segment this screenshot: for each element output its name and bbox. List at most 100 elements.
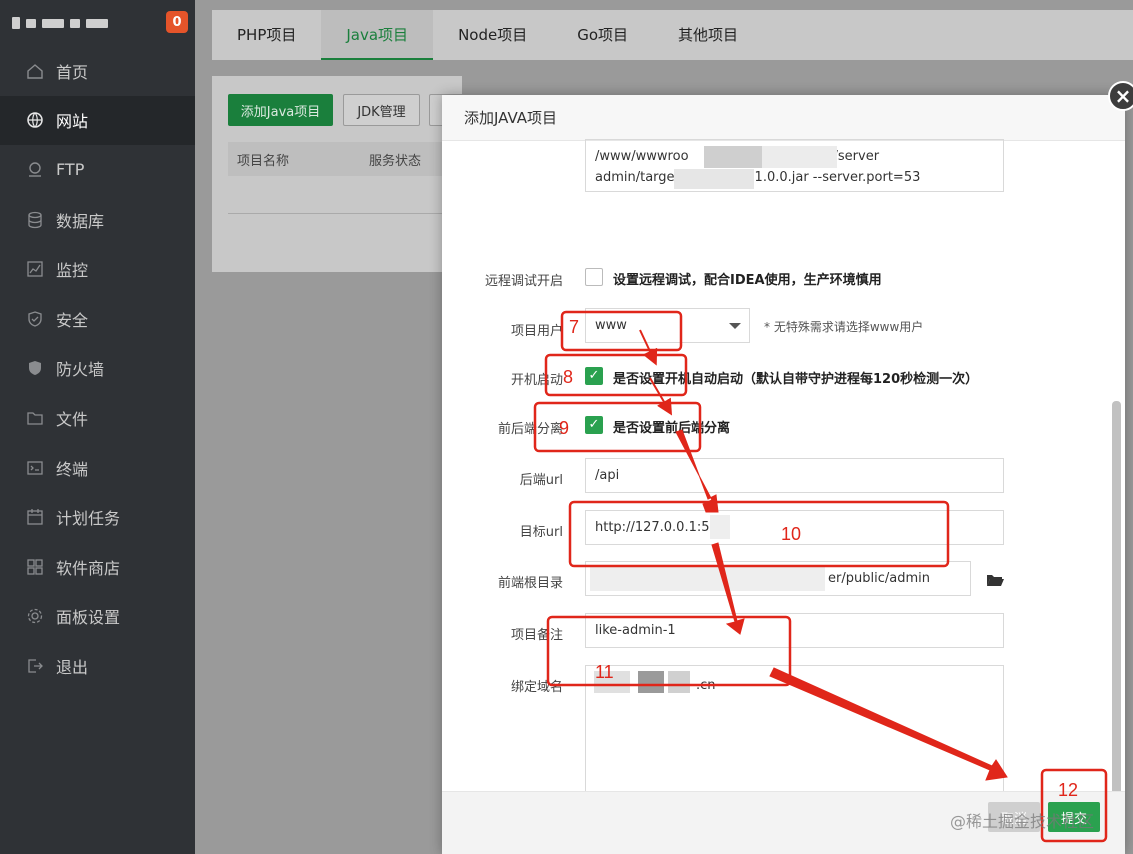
project-user-hint: * 无特殊需求请选择www用户	[764, 320, 924, 334]
tab-3[interactable]: Go项目	[552, 10, 653, 60]
sidebar-item-0[interactable]: 首页	[0, 46, 195, 96]
redacted-block	[762, 146, 837, 168]
database-icon	[26, 211, 44, 229]
add-java-project-button[interactable]: 添加Java项目	[228, 94, 333, 126]
redacted-block	[668, 671, 690, 693]
sidebar-item-4[interactable]: 监控	[0, 244, 195, 294]
chevron-down-icon	[729, 323, 741, 329]
frontend-root-value: er/public/admin	[828, 571, 930, 586]
terminal-icon	[26, 459, 44, 477]
frontend-root-label: 前端根目录	[497, 576, 563, 591]
backend-url-label: 后端url	[519, 473, 563, 488]
sidebar-nav: 首页网站 FTP 数据库监控安全防火墙文件终端计划任务 软件商店 面板设置退出	[0, 46, 195, 691]
redacted-block	[638, 671, 664, 693]
sidebar-item-9[interactable]: 计划任务	[0, 492, 195, 542]
add-java-project-dialog: 添加JAVA项目 /www/wwwroo/server admin/targe 1…	[442, 95, 1125, 854]
sidebar-item-12[interactable]: 退出	[0, 641, 195, 691]
separate-checkbox[interactable]: ✓	[585, 416, 603, 434]
sidebar-item-label: 文件	[56, 409, 89, 429]
redacted-block	[710, 515, 730, 539]
col-project-name: 项目名称	[237, 153, 290, 169]
tab-0[interactable]: PHP项目	[212, 10, 321, 60]
ftp-icon	[26, 161, 44, 179]
sidebar-item-1[interactable]: 网站	[0, 95, 195, 146]
target-url-label: 目标url	[519, 525, 563, 540]
notification-badge[interactable]: 0	[166, 11, 188, 33]
shield-icon	[26, 310, 44, 328]
sidebar-item-6[interactable]: 防火墙	[0, 344, 195, 394]
annotation-label-8: 8	[563, 367, 574, 387]
project-panel: 添加Java项目 JDK管理 项目名称 服务状态	[212, 76, 469, 272]
tab-2[interactable]: Node项目	[433, 10, 552, 60]
cmd-line-1-end: /server	[833, 149, 880, 164]
sidebar-item-2[interactable]: FTP	[0, 145, 195, 195]
cmd-line-1: /www/wwwroo	[595, 149, 689, 164]
backend-url-value: /api	[595, 468, 620, 483]
annotation-label-7: 7	[569, 317, 580, 337]
remark-value: like-admin-1	[595, 623, 676, 638]
redacted-block	[590, 565, 825, 591]
separate-label: 前后端分离	[497, 422, 563, 437]
sidebar-item-label: 首页	[56, 62, 89, 82]
remark-label: 项目备注	[510, 628, 563, 643]
remote-debug-label: 远程调试开启	[484, 274, 563, 289]
redacted-text	[86, 18, 108, 28]
gear-icon	[26, 607, 44, 625]
redacted-block	[674, 169, 754, 189]
autostart-checkbox[interactable]: ✓	[585, 367, 603, 385]
sidebar-item-3[interactable]: 数据库	[0, 195, 195, 245]
monitor-icon	[26, 260, 44, 278]
annotation-label-11: 11	[595, 662, 614, 682]
remote-debug-text: 设置远程调试，配合IDEA使用，生产环境慎用	[613, 273, 882, 288]
sidebar-item-11[interactable]: 面板设置	[0, 592, 195, 642]
sidebar-item-label: 防火墙	[56, 360, 105, 380]
cmd-line-2: admin/targe	[595, 170, 675, 185]
sidebar-item-label: 退出	[56, 657, 89, 677]
sidebar-item-5[interactable]: 安全	[0, 294, 195, 344]
col-service-status: 服务状态	[369, 153, 422, 169]
remark-input[interactable]: like-admin-1	[585, 613, 1004, 648]
logout-icon	[26, 657, 44, 675]
sidebar-item-8[interactable]: 终端	[0, 443, 195, 493]
redacted-block	[704, 146, 764, 168]
dialog-title: 添加JAVA项目	[442, 95, 1125, 141]
redacted-text	[12, 17, 20, 29]
target-url-value: http://127.0.0.1:53	[595, 520, 718, 535]
sidebar-item-label: 数据库	[56, 211, 105, 231]
annotation-label-12: 12	[1058, 780, 1079, 800]
project-user-label: 项目用户	[510, 324, 563, 339]
sidebar-item-10[interactable]: 软件商店	[0, 542, 195, 592]
folder-icon	[26, 409, 44, 427]
domain-value: .cn	[696, 678, 716, 693]
project-user-select[interactable]: www	[585, 308, 750, 343]
globe-icon	[26, 111, 44, 129]
sidebar-item-label: 安全	[56, 310, 89, 330]
redacted-text	[70, 18, 80, 28]
annotation-label-9: 9	[559, 418, 570, 438]
sidebar-item-7[interactable]: 文件	[0, 393, 195, 443]
sidebar-item-label: 监控	[56, 261, 89, 281]
remote-debug-checkbox[interactable]	[585, 268, 603, 286]
dialog-scrollbar[interactable]	[1112, 401, 1121, 831]
sidebar-item-label: 网站	[56, 112, 89, 132]
project-user-value: www	[595, 318, 627, 333]
autostart-text: 是否设置开机自动启动（默认自带守护进程每120秒检测一次）	[613, 372, 979, 387]
jdk-manage-button[interactable]: JDK管理	[343, 94, 420, 126]
close-icon[interactable]: ×	[1108, 81, 1133, 111]
tab-1[interactable]: Java项目	[321, 10, 434, 60]
table-header: 项目名称 服务状态	[228, 142, 462, 176]
tab-4[interactable]: 其他项目	[653, 10, 763, 60]
domain-label: 绑定域名	[510, 680, 563, 695]
sidebar-item-label: FTP	[56, 160, 85, 180]
backend-url-input[interactable]: /api	[585, 458, 1004, 493]
dialog-body: /www/wwwroo/server admin/targe 1.0.0.jar …	[442, 139, 1125, 831]
redacted-text	[42, 18, 64, 28]
calendar-icon	[26, 508, 44, 526]
apps-icon	[26, 558, 44, 576]
table-row	[228, 176, 462, 214]
autostart-label: 开机启动	[510, 373, 563, 388]
sidebar-item-label: 终端	[56, 459, 89, 479]
home-icon	[26, 62, 44, 80]
project-tabs: PHP项目 Java项目 Node项目 Go项目 其他项目	[212, 10, 1133, 60]
folder-open-icon[interactable]	[986, 573, 1004, 587]
